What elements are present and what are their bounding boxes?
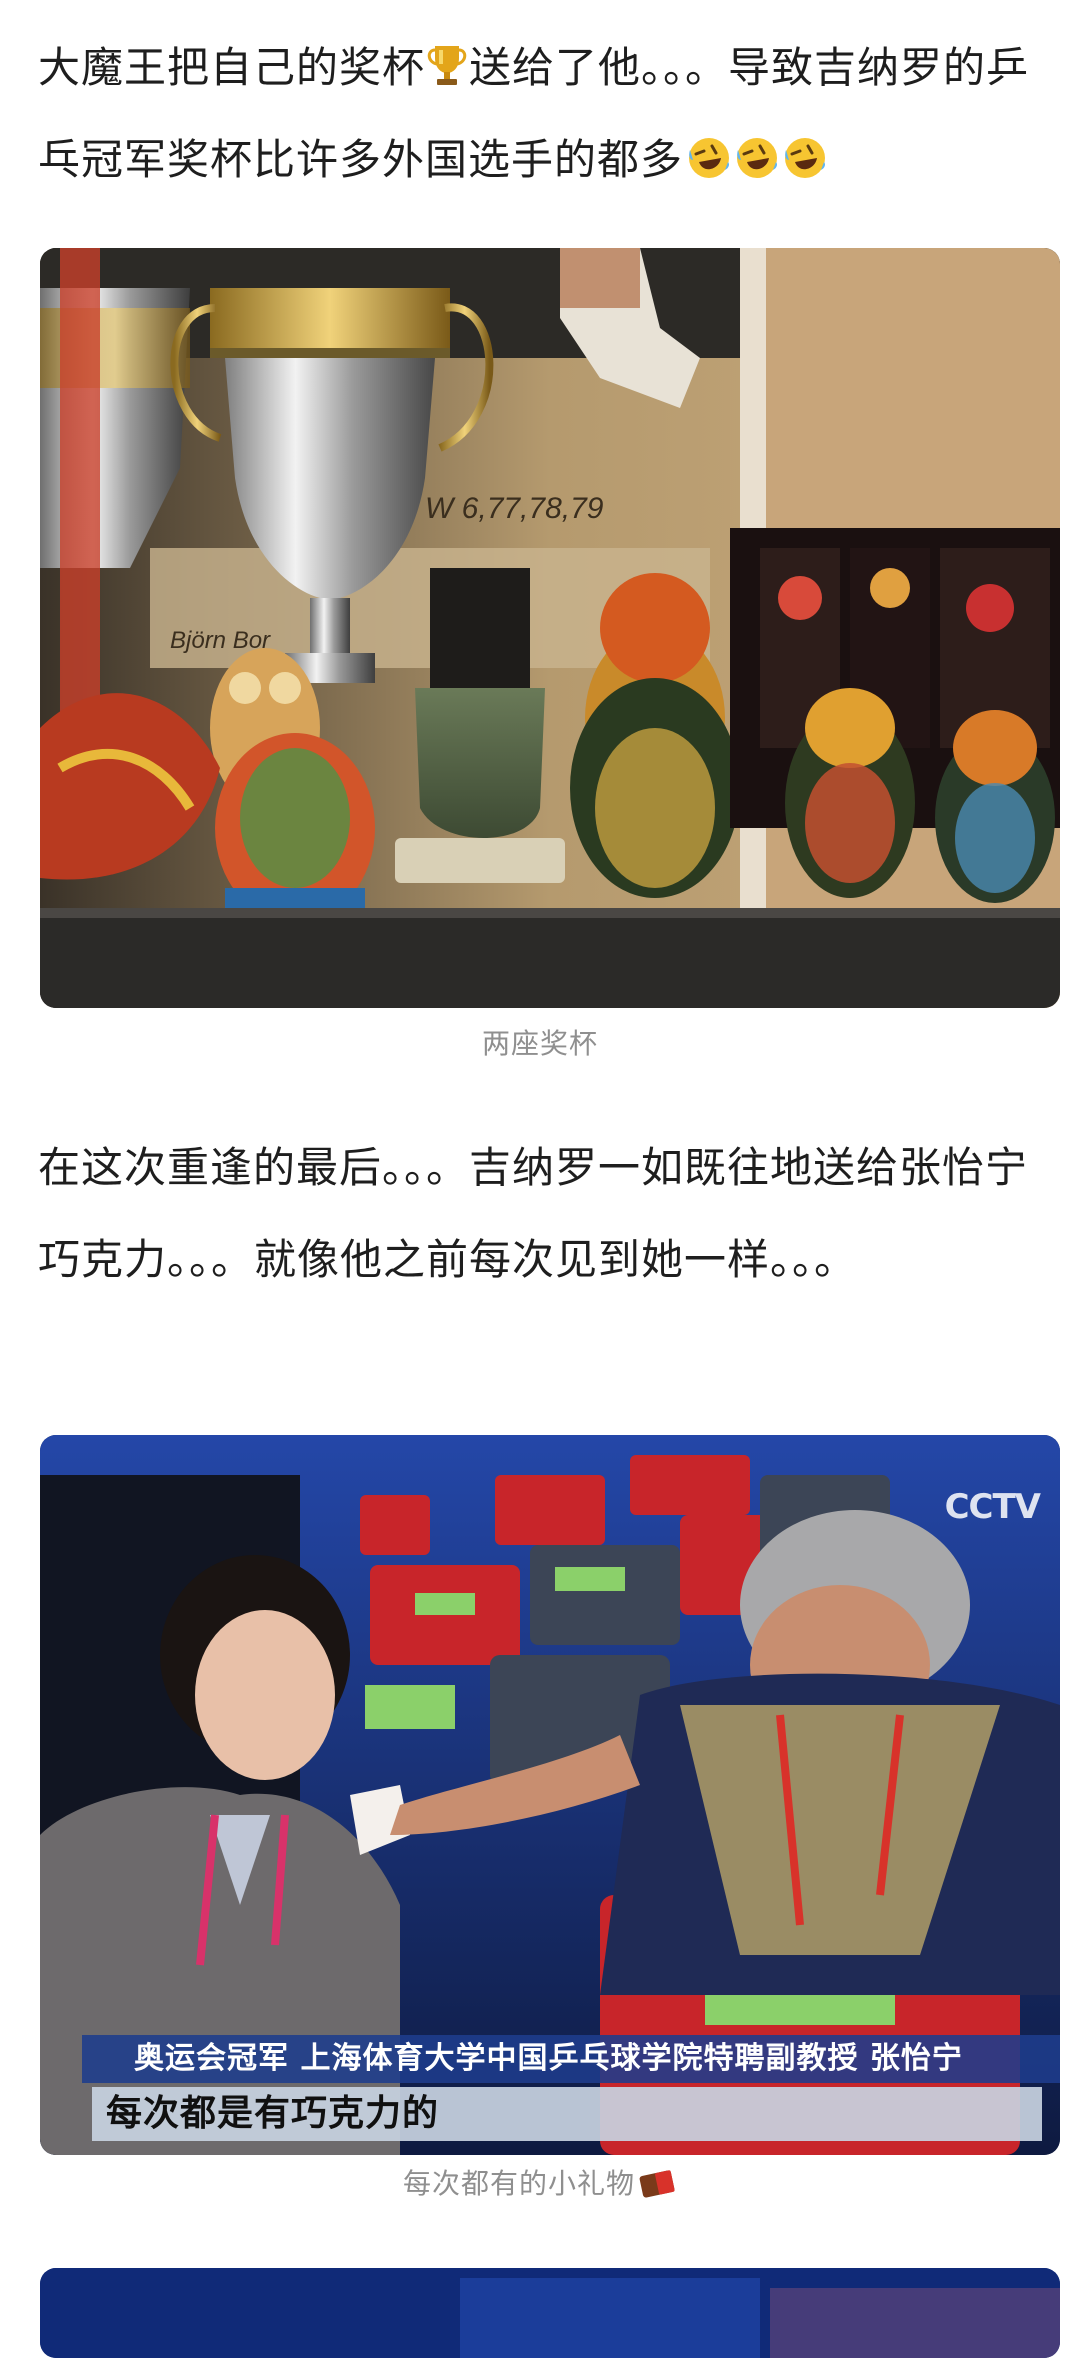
para1-text-a: 大魔王把自己的奖杯 <box>38 43 426 92</box>
trophy-photo-illustration: Björn Bor n W 6,77,78,79 <box>40 248 1060 1008</box>
years-text: n W 6,77,78,79 <box>400 492 604 525</box>
tv-screenshot-photo[interactable]: CCTV 奥运会冠军 上海体育大学中国乒乓球学院特聘副教授 张怡宁 每次都是有巧… <box>40 1435 1060 2155</box>
tv-photo-caption-text: 每次都有的小礼物 <box>402 2167 635 2200</box>
trophy-photo-caption: 两座奖杯 <box>481 1027 598 1060</box>
laughing-icon <box>737 138 778 178</box>
laughing-icon <box>689 138 730 178</box>
tv-photo-caption: 每次都有的小礼物 <box>0 2162 1080 2202</box>
cctv-logo: CCTV <box>944 1487 1041 1527</box>
chocolate-icon <box>639 2170 675 2198</box>
tv-subtitle: 每次都是有巧克力的 <box>92 2087 1042 2141</box>
post-paragraph-2: 在这次重逢的最后。。。吉纳罗一如既往地送给张怡宁巧克力。。。就像他之前每次见到她… <box>38 1143 1029 1284</box>
trophy-photo[interactable]: Björn Bor n W 6,77,78,79 <box>40 248 1060 1008</box>
laughing-icon <box>785 138 826 178</box>
third-photo-illustration <box>40 2268 1060 2358</box>
third-photo-partial[interactable] <box>40 2268 1060 2358</box>
trophy-icon <box>427 46 467 85</box>
tv-banner-title: 奥运会冠军 上海体育大学中国乒乓球学院特聘副教授 张怡宁 <box>82 2035 1060 2083</box>
post-paragraph-1: 大魔王把自己的奖杯 送给了他。。。导致吉纳罗的乒乓冠军奖杯比许多外国选手的都多 <box>38 22 1038 206</box>
